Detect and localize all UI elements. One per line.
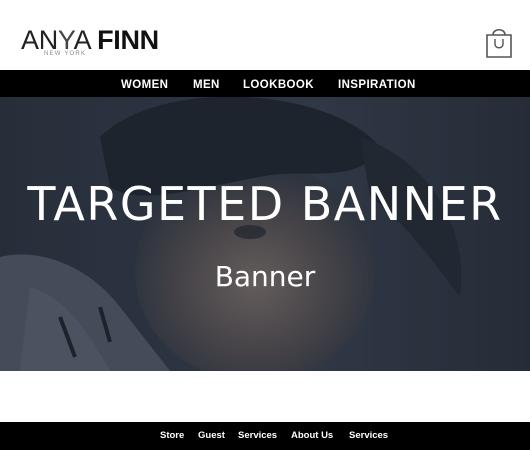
banner-overlay: [0, 97, 530, 371]
footer-link-guest[interactable]: Guest: [198, 422, 225, 450]
footer-link-services[interactable]: Services: [238, 422, 277, 450]
banner-title: TARGETED BANNER: [27, 177, 503, 231]
brand-logo[interactable]: ANYA FINN NEW YORK: [21, 25, 159, 58]
footer-link-about-us[interactable]: About Us: [291, 422, 333, 450]
nav-item-women[interactable]: WOMEN: [121, 70, 168, 97]
targeted-banner[interactable]: TARGETED BANNER Banner: [0, 97, 530, 371]
shopping-bag-icon[interactable]: [484, 26, 514, 60]
banner-subtitle: Banner: [214, 260, 316, 293]
nav-item-lookbook[interactable]: LOOKBOOK: [243, 70, 314, 97]
site-header: ANYA FINN NEW YORK: [0, 0, 530, 70]
nav-item-inspiration[interactable]: INSPIRATION: [338, 70, 416, 97]
main-navigation: WOMEN MEN LOOKBOOK INSPIRATION: [0, 70, 530, 97]
footer-link-services-2[interactable]: Services: [349, 422, 388, 450]
footer-link-store[interactable]: Store: [160, 422, 184, 450]
brand-logo-wordmark: ANYA FINN: [21, 25, 159, 55]
brand-logo-tagline: NEW YORK: [44, 51, 87, 57]
site-footer: Store Guest Services About Us Services: [0, 422, 530, 450]
nav-item-men[interactable]: MEN: [193, 70, 220, 97]
